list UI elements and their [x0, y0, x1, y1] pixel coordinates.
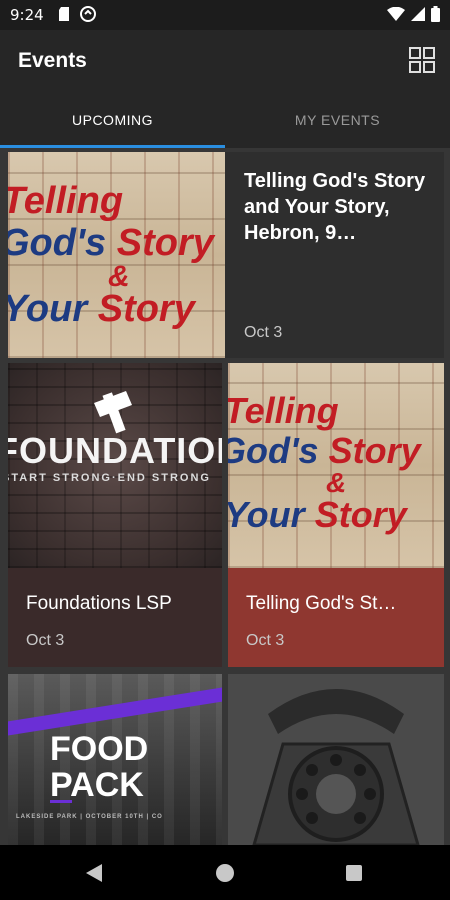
art-text: God's — [8, 222, 107, 264]
event-title: Foundations LSP — [26, 593, 172, 614]
art-text: & — [326, 467, 347, 498]
art-text: Telling — [228, 390, 339, 431]
event-date: Oct 3 — [244, 324, 283, 341]
art-text: Story — [116, 222, 214, 264]
battery-icon — [431, 6, 440, 22]
sync-icon — [80, 6, 96, 22]
signal-icon — [411, 7, 425, 21]
cross-logo-icon — [94, 391, 132, 434]
art-text: Story — [314, 494, 407, 535]
event-title: Telling God's Story and Your Story, Hebr… — [244, 170, 426, 244]
art-text: Your — [8, 288, 88, 330]
event-date: Oct 3 — [26, 632, 65, 649]
art-text: FOOD — [50, 730, 149, 768]
event-card[interactable]: FOUNDATIONS START STRONG·END STRONG Foun… — [8, 363, 222, 667]
wifi-icon — [387, 7, 405, 21]
art-text: Story — [328, 430, 421, 471]
tab-my-events[interactable]: MY EVENTS — [225, 92, 450, 148]
purple-stripe — [8, 685, 222, 737]
recents-icon[interactable] — [346, 865, 362, 881]
art-text: LAKESIDE PARK | OCTOBER 10TH | CO — [16, 814, 163, 820]
event-card[interactable] — [228, 674, 444, 845]
status-time: 9:24 — [10, 6, 44, 24]
page-title: Events — [18, 49, 87, 72]
system-nav-bar — [0, 845, 450, 900]
back-icon[interactable] — [86, 864, 102, 882]
event-date: Oct 3 — [246, 632, 285, 649]
events-list: Telling God's Story & Your Story Telling… — [0, 148, 450, 845]
art-text: FOUNDATIONS — [8, 430, 222, 471]
art-text: Story — [97, 288, 195, 330]
art-text: START STRONG·END STRONG — [8, 472, 211, 484]
event-image: FOUNDATIONS START STRONG·END STRONG — [8, 363, 222, 568]
event-image: Telling God's Story & Your Story — [8, 152, 225, 358]
home-icon[interactable] — [216, 864, 234, 882]
event-image: Telling God's Story & Your Story — [228, 363, 444, 568]
purple-accent — [50, 800, 72, 803]
art-text: PACK — [50, 766, 144, 804]
art-text: Telling — [8, 180, 124, 222]
sd-card-icon — [59, 7, 69, 21]
tab-bar: UPCOMING MY EVENTS — [0, 92, 450, 148]
event-card[interactable]: Telling God's Story & Your Story Telling… — [8, 152, 444, 358]
event-image — [228, 674, 444, 845]
grid-view-icon[interactable] — [408, 46, 436, 74]
art-text: God's — [228, 430, 319, 471]
app-bar: Events — [0, 30, 450, 92]
event-title: Telling God's St… — [246, 593, 397, 614]
status-bar: 9:24 — [0, 0, 450, 30]
event-card[interactable]: Telling God's Story & Your Story Telling… — [228, 363, 444, 667]
event-card[interactable]: FOOD PACK LAKESIDE PARK | OCTOBER 10TH |… — [8, 674, 222, 845]
tab-upcoming[interactable]: UPCOMING — [0, 92, 225, 148]
event-image: FOOD PACK LAKESIDE PARK | OCTOBER 10TH |… — [8, 674, 222, 845]
art-text: Your — [228, 494, 305, 535]
